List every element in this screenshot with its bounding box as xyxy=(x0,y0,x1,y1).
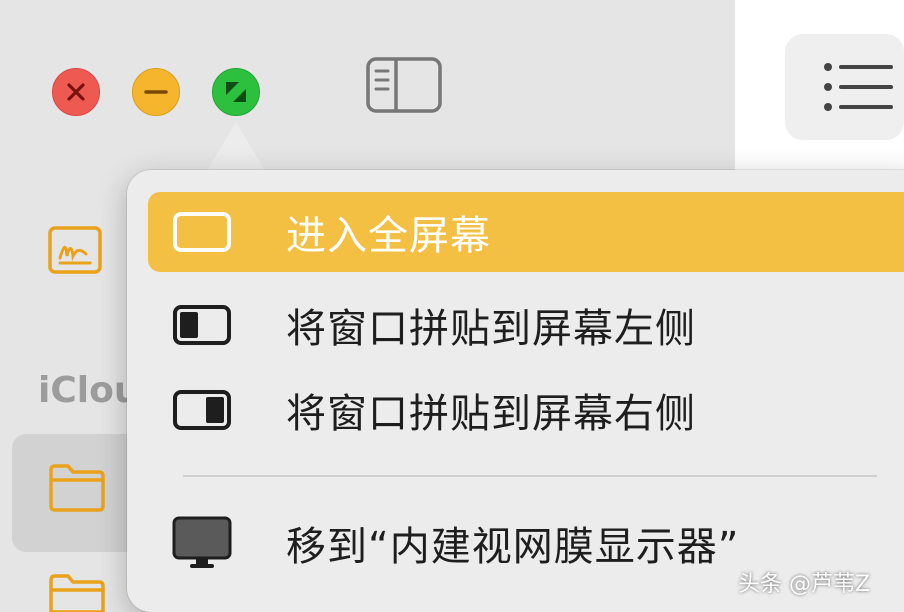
window-options-menu: 进入全屏幕 将窗口拼贴到屏幕左侧 将窗口拼贴到屏幕右侧 移到“内建视网膜显示器” xyxy=(127,170,904,612)
list-view-icon xyxy=(824,63,893,111)
folder-icon[interactable] xyxy=(48,462,106,512)
fullscreen-icon xyxy=(173,212,231,252)
popover-arrow xyxy=(204,122,268,176)
close-x-icon xyxy=(67,83,85,101)
menu-item-tile-left[interactable]: 将窗口拼贴到屏幕左侧 xyxy=(148,285,904,365)
display-icon xyxy=(172,516,232,568)
icloud-section-label: iClou xyxy=(38,370,140,411)
tile-right-icon xyxy=(173,390,231,430)
menu-item-label: 将窗口拼贴到屏幕左侧 xyxy=(286,306,696,352)
zoom-window-button[interactable] xyxy=(212,68,260,116)
menu-item-tile-right[interactable]: 将窗口拼贴到屏幕右侧 xyxy=(148,370,904,450)
menu-item-label: 将窗口拼贴到屏幕右侧 xyxy=(286,391,696,437)
menu-separator xyxy=(183,475,877,477)
close-window-button[interactable] xyxy=(52,68,100,116)
watermark-text: 头条 @芦苇Z xyxy=(738,572,871,597)
menu-item-enter-fullscreen[interactable]: 进入全屏幕 xyxy=(148,192,904,272)
list-view-button[interactable] xyxy=(785,34,904,140)
minus-icon xyxy=(144,90,168,94)
folder-icon[interactable] xyxy=(48,572,106,612)
menu-item-label: 进入全屏幕 xyxy=(286,213,491,259)
notes-signature-icon[interactable] xyxy=(48,226,102,274)
menu-item-label: 移到“内建视网膜显示器” xyxy=(286,524,740,570)
minimize-window-button[interactable] xyxy=(132,68,180,116)
tile-left-icon xyxy=(173,305,231,345)
sidebar-toggle-icon[interactable] xyxy=(366,57,442,113)
fullscreen-arrows-icon xyxy=(226,82,246,102)
